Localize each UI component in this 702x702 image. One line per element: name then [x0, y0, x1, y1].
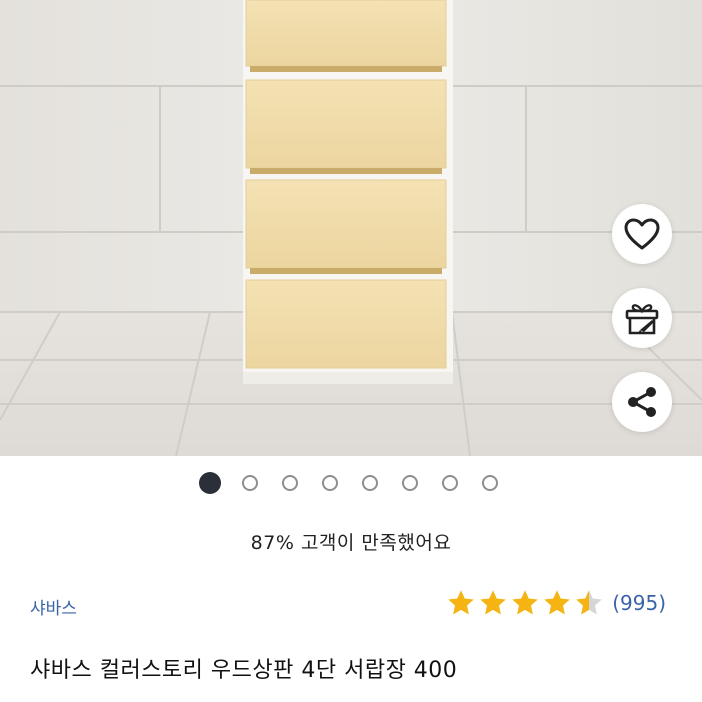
star-icon	[480, 590, 506, 615]
star-icon	[544, 590, 570, 615]
review-count[interactable]: (995)	[612, 591, 666, 615]
rating-summary[interactable]: (995)	[446, 588, 666, 618]
half-star-icon	[576, 590, 602, 615]
wishlist-button[interactable]	[612, 204, 672, 264]
carousel-dot-6[interactable]	[402, 475, 418, 491]
carousel-dot-5[interactable]	[362, 475, 378, 491]
star-rating	[446, 588, 606, 618]
carousel-dot-1[interactable]	[199, 472, 221, 494]
share-icon	[624, 384, 660, 420]
heart-icon	[624, 218, 660, 250]
carousel-dot-7[interactable]	[442, 475, 458, 491]
carousel-dot-8[interactable]	[482, 475, 498, 491]
star-icon	[512, 590, 538, 615]
product-image[interactable]	[0, 0, 702, 456]
carousel-dot-4[interactable]	[322, 475, 338, 491]
carousel-dot-2[interactable]	[242, 475, 258, 491]
carousel-dot-3[interactable]	[282, 475, 298, 491]
gift-button[interactable]	[612, 288, 672, 348]
star-icon	[448, 590, 474, 615]
brand-link[interactable]: 샤바스	[30, 594, 77, 619]
gift-icon	[624, 300, 660, 336]
share-button[interactable]	[612, 372, 672, 432]
satisfaction-text: 87% 고객이 만족했어요	[250, 532, 452, 554]
product-title: 샤바스 컬러스토리 우드상판 4단 서랍장 400	[30, 658, 458, 683]
carousel-pagination	[0, 470, 702, 498]
